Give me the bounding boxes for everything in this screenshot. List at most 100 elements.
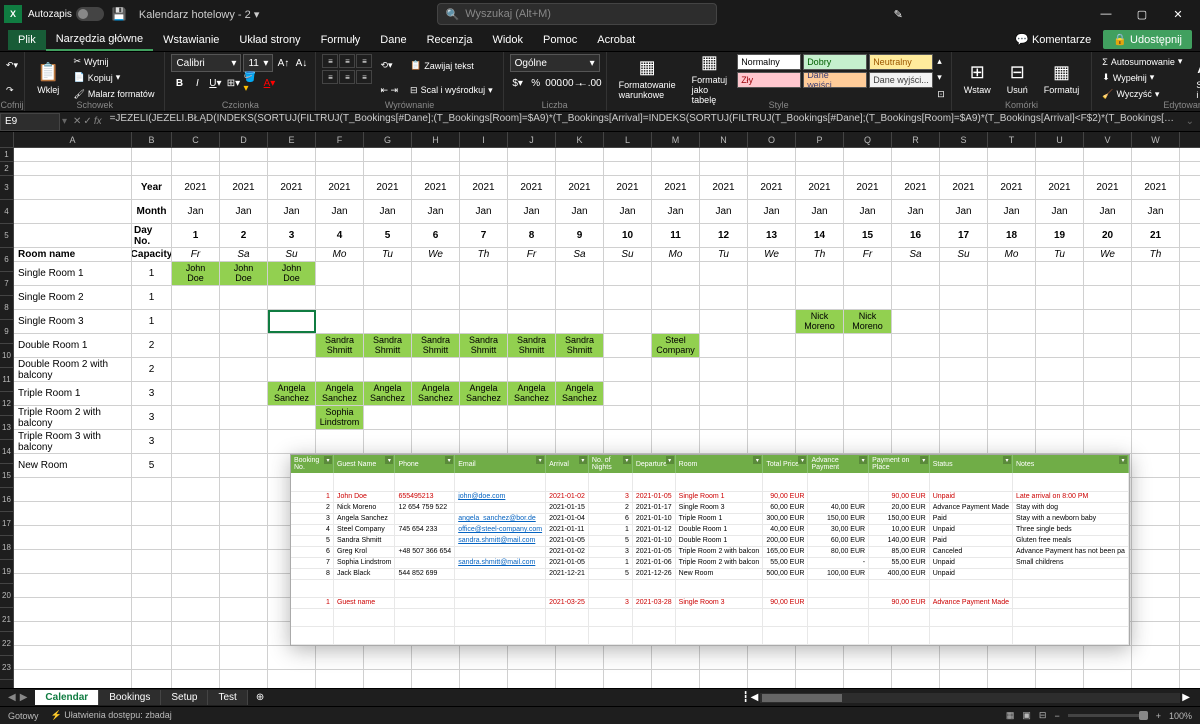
overlay-header[interactable]: Status▾	[929, 455, 1012, 473]
col-header-O[interactable]: O	[748, 132, 796, 147]
increase-font-button[interactable]: A↑	[275, 55, 291, 71]
wrap-text-button[interactable]: 📋 Zawijaj tekst	[406, 59, 497, 72]
row-header-10[interactable]: 10	[0, 344, 14, 368]
styles-more[interactable]: ▴▾⊡	[937, 54, 945, 102]
document-title[interactable]: Kalendarz hotelowy - 2 ▾	[139, 8, 259, 21]
format-as-table-button[interactable]: ▦Formatuj jako tabelę	[686, 54, 734, 102]
zoom-in-button[interactable]: +	[1156, 711, 1161, 721]
sort-filter-button[interactable]: A↓Sortuj i filtruj	[1190, 54, 1200, 102]
name-box[interactable]: E9	[0, 113, 60, 131]
view-page-layout-icon[interactable]: ▣	[1022, 710, 1031, 721]
sheet-tab-setup[interactable]: Setup	[161, 690, 208, 705]
sheet-tab-test[interactable]: Test	[208, 690, 247, 705]
worksheet-grid[interactable]: 1234567891011121314151617181920212223242…	[0, 148, 1200, 688]
row-header-24[interactable]: 24	[0, 680, 14, 688]
row-header-6[interactable]: 6	[0, 248, 14, 272]
col-header-P[interactable]: P	[796, 132, 844, 147]
col-header-J[interactable]: J	[508, 132, 556, 147]
tab-view[interactable]: Widok	[482, 30, 533, 50]
row-header-18[interactable]: 18	[0, 536, 14, 560]
toggle-switch[interactable]	[76, 7, 104, 21]
row-header-17[interactable]: 17	[0, 512, 14, 536]
border-button[interactable]: ⊞▾	[225, 75, 241, 91]
minimize-button[interactable]: ―	[1088, 0, 1124, 28]
row-header-12[interactable]: 12	[0, 392, 14, 416]
col-header-F[interactable]: F	[316, 132, 364, 147]
conditional-format-button[interactable]: ▦Formatowanie warunkowe	[613, 54, 682, 102]
add-sheet-button[interactable]: ⊕	[248, 690, 272, 705]
cell-styles-gallery[interactable]: Normalny Dobry Neutralny Zły Dane wejści…	[737, 54, 933, 88]
autosave-toggle[interactable]: Autozapis	[28, 7, 104, 21]
autosum-button[interactable]: Σ Autosumowanie ▾	[1098, 55, 1186, 68]
tab-layout[interactable]: Układ strony	[229, 30, 310, 50]
col-header-B[interactable]: B	[132, 132, 172, 147]
enter-formula-icon[interactable]: ✓	[83, 116, 91, 127]
share-button[interactable]: 🔒 Udostępnij	[1103, 30, 1192, 49]
row-header-22[interactable]: 22	[0, 632, 14, 656]
style-good[interactable]: Dobry	[803, 54, 867, 70]
col-header-U[interactable]: U	[1036, 132, 1084, 147]
col-header-V[interactable]: V	[1084, 132, 1132, 147]
align-middle[interactable]: ≡	[339, 54, 355, 68]
overlay-header[interactable]: No. of Nights▾	[588, 455, 632, 473]
align-top[interactable]: ≡	[322, 54, 338, 68]
font-name-dropdown[interactable]: Calibri▾	[171, 54, 241, 72]
tab-home[interactable]: Narzędzia główne	[46, 29, 153, 51]
close-button[interactable]: ✕	[1160, 0, 1196, 28]
overlay-header[interactable]: Booking No.▾	[291, 455, 333, 473]
align-left[interactable]: ≡	[322, 70, 338, 84]
row-header-13[interactable]: 13	[0, 416, 14, 440]
insert-cells-button[interactable]: ⊞Wstaw	[958, 54, 997, 102]
col-header-W[interactable]: W	[1132, 132, 1180, 147]
pen-icon[interactable]: ✎	[894, 8, 903, 21]
overlay-header[interactable]: Email▾	[455, 455, 546, 473]
tab-insert[interactable]: Wstawianie	[153, 30, 229, 50]
dec-decimal[interactable]: ←.00	[582, 75, 598, 91]
underline-button[interactable]: U▾	[207, 75, 223, 91]
tab-review[interactable]: Recenzja	[417, 30, 483, 50]
col-header-D[interactable]: D	[220, 132, 268, 147]
row-header-9[interactable]: 9	[0, 320, 14, 344]
row-header-15[interactable]: 15	[0, 464, 14, 488]
decrease-font-button[interactable]: A↓	[293, 55, 309, 71]
overlay-header[interactable]: Total Price▾	[763, 455, 808, 473]
bold-button[interactable]: B	[171, 75, 187, 91]
comments-button[interactable]: 💬 Komentarze	[1007, 30, 1099, 49]
style-output[interactable]: Dane wyjści...	[869, 72, 933, 88]
overlay-header[interactable]: Room▾	[675, 455, 763, 473]
zoom-out-button[interactable]: −	[1054, 711, 1059, 721]
row-header-8[interactable]: 8	[0, 296, 14, 320]
undo-button[interactable]: ↶▾	[6, 60, 18, 71]
col-header-R[interactable]: R	[892, 132, 940, 147]
sheet-nav-prev[interactable]: ◀	[8, 692, 16, 703]
percent-button[interactable]: %	[528, 75, 544, 91]
horizontal-scrollbar[interactable]	[760, 693, 1180, 703]
status-accessibility[interactable]: ⚡ Ułatwienia dostępu: zbadaj	[51, 710, 172, 721]
save-icon[interactable]: 💾	[112, 7, 127, 21]
overlay-header[interactable]: Payment on Place▾	[869, 455, 930, 473]
cut-button[interactable]: ✂ Wytnij	[69, 55, 158, 68]
row-header-21[interactable]: 21	[0, 608, 14, 632]
copy-button[interactable]: 📄 Kopiuj ▾	[69, 71, 158, 84]
zoom-level[interactable]: 100%	[1169, 711, 1192, 721]
align-center[interactable]: ≡	[339, 70, 355, 84]
formula-input[interactable]: =JEŻELI(JEŻELI.BŁĄD(INDEKS(SORTUJ(FILTRU…	[106, 113, 1180, 131]
indent-dec[interactable]: ⇤ ⇥	[376, 84, 402, 97]
sheet-tab-calendar[interactable]: Calendar	[35, 690, 99, 705]
tab-file[interactable]: Plik	[8, 30, 46, 50]
font-size-dropdown[interactable]: 11▾	[243, 54, 273, 72]
formula-expand-icon[interactable]: ⌄	[1180, 116, 1200, 127]
overlay-header[interactable]: Notes▾	[1012, 455, 1128, 473]
col-header-G[interactable]: G	[364, 132, 412, 147]
style-neutral[interactable]: Neutralny	[869, 54, 933, 70]
overlay-header[interactable]: Guest Name▾	[333, 455, 394, 473]
col-header-S[interactable]: S	[940, 132, 988, 147]
overlay-header[interactable]: Departure▾	[632, 455, 675, 473]
italic-button[interactable]: I	[189, 75, 205, 91]
row-header-4[interactable]: 4	[0, 200, 14, 224]
row-header-19[interactable]: 19	[0, 560, 14, 584]
maximize-button[interactable]: ▢	[1124, 0, 1160, 28]
tab-acrobat[interactable]: Acrobat	[587, 30, 645, 50]
format-cells-button[interactable]: ▦Formatuj	[1038, 54, 1086, 102]
col-header-L[interactable]: L	[604, 132, 652, 147]
